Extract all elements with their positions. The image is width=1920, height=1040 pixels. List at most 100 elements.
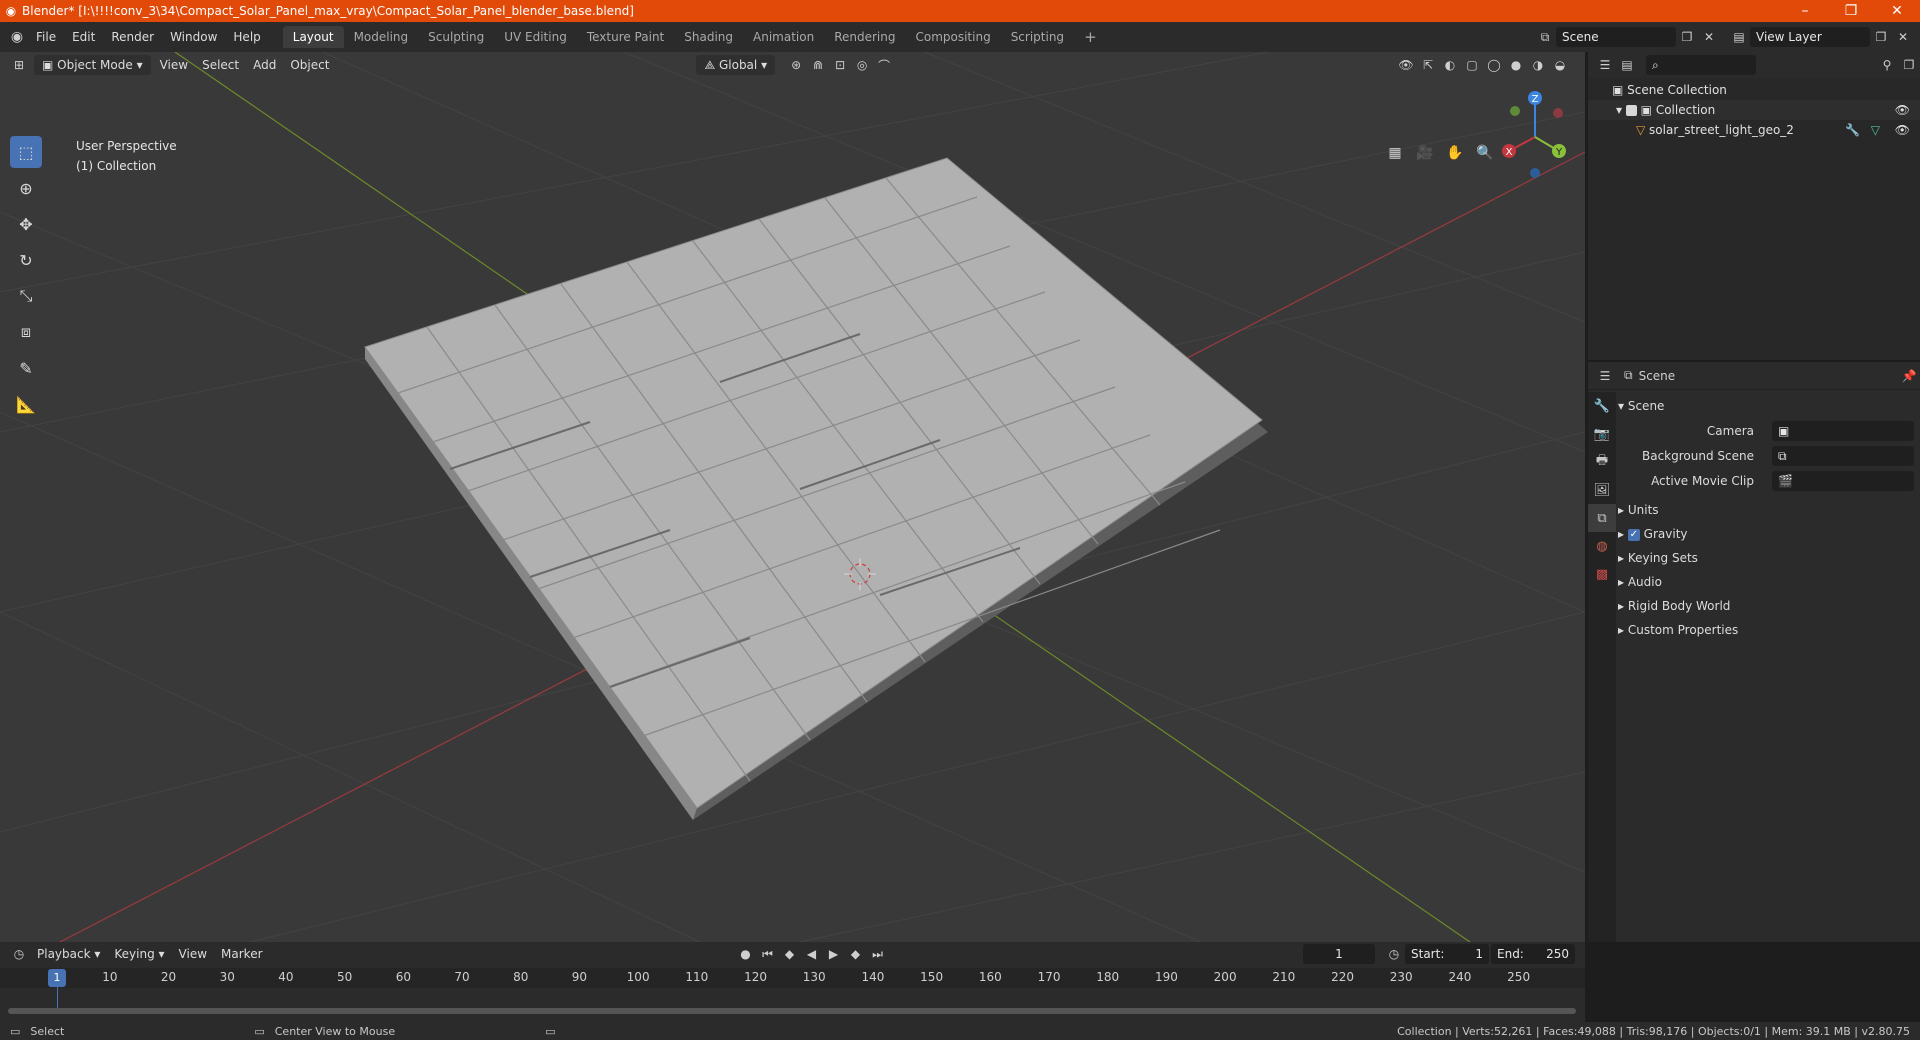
scene-panel-header[interactable]: ▾ Scene <box>1618 394 1914 418</box>
current-frame-field[interactable]: 1 <box>1303 944 1375 964</box>
jump-keyframe-forward-icon[interactable]: ◆ <box>845 944 867 964</box>
snap-target-icon[interactable]: ⊡ <box>829 55 851 75</box>
gravity-panel-header[interactable]: ▸ ✓ Gravity <box>1618 522 1914 546</box>
texture-tab-icon[interactable]: ▩ <box>1588 560 1616 588</box>
display-mode-icon[interactable]: ▤ <box>1616 55 1638 75</box>
move-tool-icon[interactable]: ✥ <box>10 208 42 240</box>
keying-sets-panel-header[interactable]: ▸ Keying Sets <box>1618 546 1914 570</box>
scene-name-field[interactable]: Scene <box>1556 27 1676 47</box>
timeline-menu-playback[interactable]: Playback ▾ <box>30 944 107 964</box>
output-tab-icon[interactable]: 🖶 <box>1588 448 1616 476</box>
view-layer-icon[interactable]: ▤ <box>1728 27 1750 47</box>
mode-selector[interactable]: ▣ Object Mode ▾ <box>34 55 151 75</box>
render-tab-icon[interactable]: 📷 <box>1588 420 1616 448</box>
properties-editor-type-icon[interactable]: ☰ <box>1594 366 1616 386</box>
material-shading-icon[interactable]: ◑ <box>1527 55 1549 75</box>
menu-help[interactable]: Help <box>225 26 268 48</box>
timeline-editor-type-icon[interactable]: ◷ <box>8 944 30 964</box>
pivot-point-icon[interactable]: ⊛ <box>785 55 807 75</box>
camera-view-icon[interactable]: 🎥 <box>1410 140 1440 166</box>
xray-toggle-icon[interactable]: ▢ <box>1461 55 1483 75</box>
workspace-tab-compositing[interactable]: Compositing <box>905 26 1000 48</box>
workspace-tab-shading[interactable]: Shading <box>674 26 743 48</box>
transform-tool-icon[interactable]: ⧈ <box>10 316 42 348</box>
workspace-tab-animation[interactable]: Animation <box>743 26 824 48</box>
falloff-icon[interactable]: ⌒ <box>873 55 895 75</box>
preview-range-icon[interactable]: ◷ <box>1383 944 1405 964</box>
measure-tool-icon[interactable]: 📐 <box>10 388 42 420</box>
tool-tab-icon[interactable]: 🔧 <box>1588 392 1616 420</box>
overlay-toggle-icon[interactable]: ◐ <box>1439 55 1461 75</box>
expand-arrow-icon[interactable]: ▾ <box>1616 103 1626 117</box>
custom-properties-panel-header[interactable]: ▸ Custom Properties <box>1618 618 1914 642</box>
proportional-edit-icon[interactable]: ◎ <box>851 55 873 75</box>
active-movie-clip-field[interactable]: 🎬 <box>1772 471 1914 491</box>
timeline-menu-view[interactable]: View <box>172 944 214 964</box>
outliner-row-scene-collection[interactable]: ▣ Scene Collection <box>1588 80 1920 100</box>
workspace-tab-sculpting[interactable]: Sculpting <box>418 26 494 48</box>
select-box-tool-icon[interactable]: ⬚ <box>10 136 42 168</box>
timeline-scrollbar[interactable] <box>8 1008 1576 1014</box>
rendered-shading-icon[interactable]: ◒ <box>1549 55 1571 75</box>
start-frame-field[interactable]: Start: 1 <box>1405 944 1489 964</box>
toggle-ortho-icon[interactable]: ▦ <box>1380 140 1410 166</box>
workspace-tab-uv-editing[interactable]: UV Editing <box>494 26 577 48</box>
annotate-tool-icon[interactable]: ✎ <box>10 352 42 384</box>
cursor-tool-icon[interactable]: ⊕ <box>10 172 42 204</box>
viewport-menu-add[interactable]: Add <box>246 55 283 75</box>
add-workspace-button[interactable]: + <box>1074 26 1107 48</box>
delete-scene-icon[interactable]: ✕ <box>1698 27 1720 47</box>
units-panel-header[interactable]: ▸ Units <box>1618 498 1914 522</box>
timeline-menu-marker[interactable]: Marker <box>214 944 269 964</box>
checkbox-icon[interactable] <box>1625 105 1637 116</box>
jump-keyframe-back-icon[interactable]: ◆ <box>779 944 801 964</box>
background-scene-field[interactable]: ⧉ <box>1772 446 1914 466</box>
zoom-view-icon[interactable]: 🔍 <box>1470 140 1500 166</box>
timeline-menu-keying[interactable]: Keying ▾ <box>107 944 171 964</box>
outliner-editor-type-icon[interactable]: ☰ <box>1594 55 1616 75</box>
outliner-search-input[interactable]: ⌕ <box>1646 55 1756 75</box>
navigation-gizmo[interactable]: Z X Y <box>1502 91 1566 178</box>
3d-viewport[interactable]: Z X Y ⊞ ▣ Object Mode ▾ View Select Add … <box>0 52 1585 942</box>
scene-selector-icon[interactable]: ⧉ <box>1534 27 1556 47</box>
jump-start-icon[interactable]: ⏮ <box>757 944 779 964</box>
gravity-checkbox[interactable]: ✓ <box>1627 528 1640 541</box>
workspace-tab-scripting[interactable]: Scripting <box>1001 26 1074 48</box>
new-scene-icon[interactable]: ❐ <box>1676 27 1698 47</box>
workspace-tab-modeling[interactable]: Modeling <box>344 26 419 48</box>
pin-icon[interactable]: 📌 <box>1898 366 1920 386</box>
frame-ruler[interactable]: 10 20 30 40 50 60 70 80 90 100 110 120 130 140 150 160 1… <box>0 968 1585 988</box>
scene-tab-icon[interactable]: ⧉ <box>1588 504 1616 532</box>
menu-file[interactable]: File <box>28 26 64 48</box>
maximize-button[interactable]: ❐ <box>1828 3 1874 19</box>
solid-shading-icon[interactable]: ● <box>1505 55 1527 75</box>
end-frame-field[interactable]: End: 250 <box>1491 944 1575 964</box>
new-view-layer-icon[interactable]: ❐ <box>1870 27 1892 47</box>
workspace-tab-layout[interactable]: Layout <box>282 26 344 48</box>
collection-visibility-eye-icon[interactable]: 👁 <box>1895 100 1910 120</box>
camera-field[interactable]: ▣ <box>1772 421 1914 441</box>
view-layer-field[interactable]: View Layer <box>1750 27 1870 47</box>
close-window-button[interactable]: ✕ <box>1874 3 1920 19</box>
playhead[interactable]: 1 <box>48 969 66 987</box>
wireframe-shading-icon[interactable]: ◯ <box>1483 55 1505 75</box>
view-layer-tab-icon[interactable]: 🖼 <box>1588 476 1616 504</box>
play-reverse-icon[interactable]: ◀ <box>801 944 823 964</box>
play-icon[interactable]: ▶ <box>823 944 845 964</box>
viewport-menu-view[interactable]: View <box>153 55 195 75</box>
viewport-menu-object[interactable]: Object <box>283 55 336 75</box>
new-collection-icon[interactable]: ❐ <box>1898 55 1920 75</box>
viewport-menu-select[interactable]: Select <box>195 55 246 75</box>
menu-render[interactable]: Render <box>103 26 162 48</box>
scale-tool-icon[interactable]: ⤡ <box>10 280 42 312</box>
workspace-tab-rendering[interactable]: Rendering <box>824 26 905 48</box>
rotate-tool-icon[interactable]: ↻ <box>10 244 42 276</box>
mesh-data-icon[interactable]: ▽ <box>1871 120 1880 140</box>
audio-panel-header[interactable]: ▸ Audio <box>1618 570 1914 594</box>
menu-window[interactable]: Window <box>162 26 225 48</box>
world-tab-icon[interactable]: ◍ <box>1588 532 1616 560</box>
modifier-wrench-icon[interactable]: 🔧 <box>1845 120 1860 140</box>
editor-type-icon[interactable]: ⊞ <box>8 55 30 75</box>
outliner-row-collection[interactable]: ▾ ▣ Collection 👁 <box>1588 100 1920 120</box>
jump-end-icon[interactable]: ⏭ <box>867 944 889 964</box>
